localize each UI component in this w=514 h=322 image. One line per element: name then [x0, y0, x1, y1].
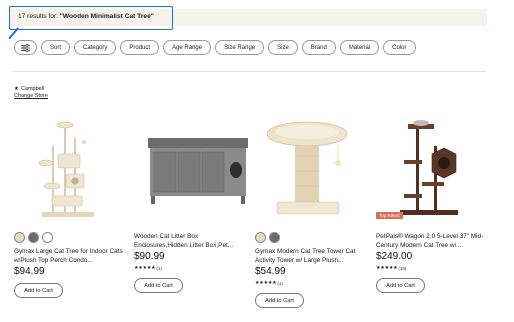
- filter-bar: Sort Category Product Age Range Size Ran…: [14, 40, 416, 55]
- product-card: Top Rated PetPals® Wagon 2.0 5-Level 37"…: [376, 116, 491, 316]
- swatch-white[interactable]: [42, 232, 53, 243]
- filter-size-range[interactable]: Size Range: [215, 40, 265, 55]
- swatch-beige[interactable]: [14, 232, 25, 243]
- product-card: Wooden Cat Litter Box Enclosures,Hidden …: [134, 116, 249, 316]
- store-name: Campbell: [20, 86, 45, 92]
- star-rating-icon: ★★★★★: [134, 265, 156, 271]
- product-card: Gymax Large Cat Tree for Indoor Cats w/P…: [14, 116, 129, 316]
- star-rating-icon: ★★★★★: [376, 265, 398, 271]
- product-image[interactable]: [134, 116, 249, 224]
- filter-settings-button[interactable]: [14, 40, 37, 55]
- filter-size[interactable]: Size: [268, 40, 298, 55]
- filter-age-range[interactable]: Age Range: [163, 40, 212, 55]
- color-swatches: [255, 232, 280, 243]
- star-icon: ★: [14, 86, 19, 92]
- product-price: $54.99: [255, 266, 286, 277]
- highlight-annotation-box: [9, 6, 173, 30]
- product-price: $94.99: [14, 266, 45, 277]
- product-title[interactable]: Gymax Large Cat Tree for Indoor Cats w/P…: [14, 247, 129, 265]
- sliders-icon: [21, 43, 30, 52]
- swatch-gray[interactable]: [28, 232, 39, 243]
- color-swatches: [14, 232, 53, 243]
- swatch-gray[interactable]: [269, 232, 280, 243]
- add-to-cart-button[interactable]: Add to Cart: [255, 293, 304, 308]
- product-image[interactable]: [376, 116, 491, 224]
- section-divider: [12, 71, 486, 72]
- product-rating: ★★★★★ (18): [376, 265, 406, 271]
- product-rating: ★★★★★ (1): [134, 265, 162, 271]
- rating-count: (18): [398, 265, 407, 271]
- product-price: $90.99: [134, 251, 165, 262]
- product-title[interactable]: Wooden Cat Litter Box Enclosures,Hidden …: [134, 232, 249, 250]
- filter-sort[interactable]: Sort: [41, 40, 71, 55]
- add-to-cart-button[interactable]: Add to Cart: [14, 283, 63, 298]
- product-title[interactable]: Gymax Modern Cat Tree Tower Cat Activity…: [255, 247, 370, 265]
- filter-product[interactable]: Product: [120, 40, 160, 55]
- product-card: Gymax Modern Cat Tree Tower Cat Activity…: [255, 116, 370, 316]
- change-store-link[interactable]: Change Store: [14, 93, 48, 100]
- add-to-cart-button[interactable]: Add to Cart: [376, 278, 425, 293]
- product-price: $249.00: [376, 251, 413, 262]
- filter-brand[interactable]: Brand: [301, 40, 336, 55]
- star-rating-icon: ★★★★★: [255, 280, 277, 286]
- store-selector: ★ Campbell Change Store: [14, 86, 48, 100]
- filter-category[interactable]: Category: [74, 40, 117, 55]
- filter-material[interactable]: Material: [339, 40, 380, 55]
- product-image[interactable]: [255, 116, 370, 224]
- rating-count: (1): [277, 280, 283, 286]
- product-title[interactable]: PetPals® Wagon 2.0 5-Level 37" Mid-Centu…: [376, 232, 491, 250]
- rating-count: (1): [156, 265, 162, 271]
- filter-color[interactable]: Color: [383, 40, 416, 55]
- product-rating: ★★★★★ (1): [255, 280, 283, 286]
- product-image[interactable]: [14, 116, 129, 224]
- top-rated-badge: Top Rated: [376, 212, 403, 219]
- add-to-cart-button[interactable]: Add to Cart: [134, 278, 183, 293]
- swatch-beige[interactable]: [255, 232, 266, 243]
